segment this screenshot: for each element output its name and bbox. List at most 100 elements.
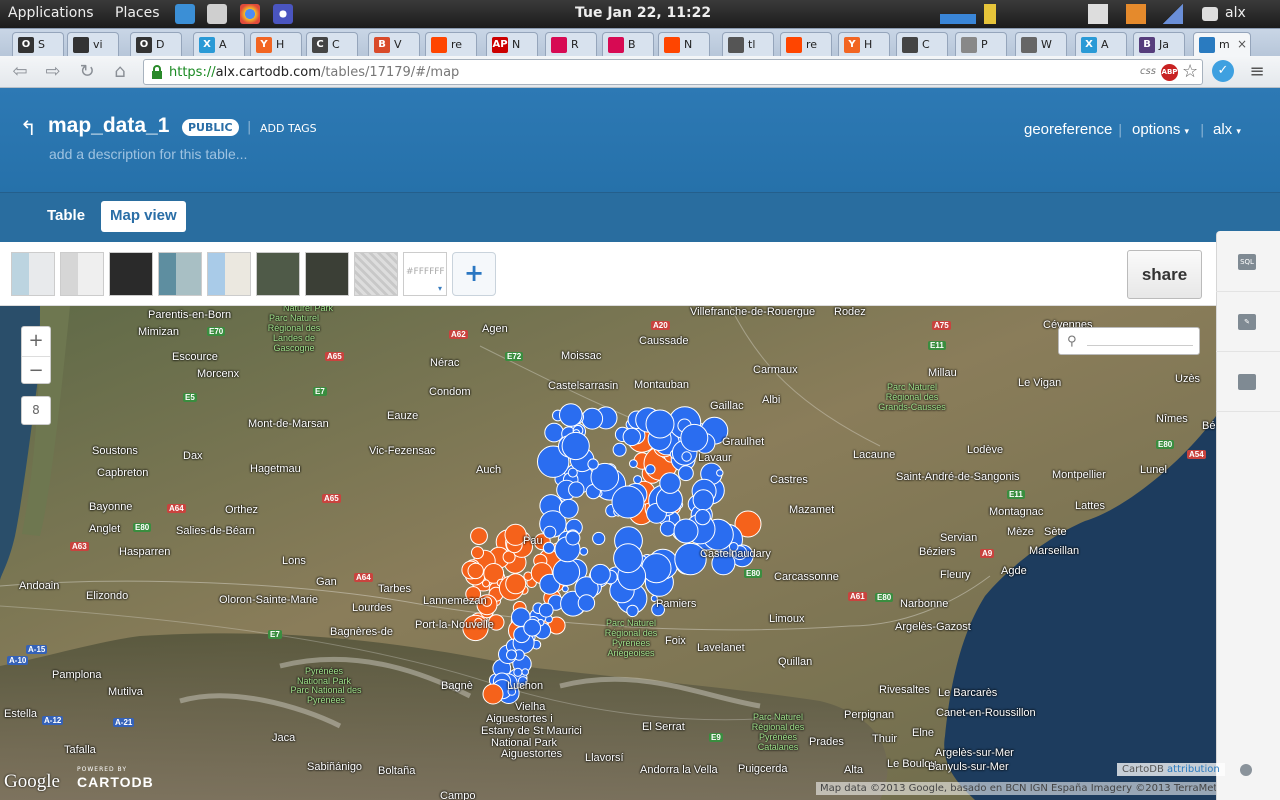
basemap-thumb-satellite[interactable] xyxy=(256,252,300,296)
browser-tab[interactable]: C xyxy=(896,32,948,57)
signal-icon[interactable] xyxy=(1163,4,1183,24)
data-bubble-blue[interactable] xyxy=(626,604,639,618)
basemap-thumb-hybrid[interactable] xyxy=(305,252,349,296)
data-bubble-blue[interactable] xyxy=(678,465,694,482)
data-bubble-blue[interactable] xyxy=(552,558,581,587)
user-menu[interactable]: alx xyxy=(1225,5,1246,21)
data-bubble-blue[interactable] xyxy=(544,422,564,443)
browser-tab[interactable]: N xyxy=(658,32,710,57)
data-bubble-blue[interactable] xyxy=(692,489,714,511)
data-bubble-blue[interactable] xyxy=(645,409,675,439)
basemap-thumb-gray[interactable] xyxy=(60,252,104,296)
browser-tab[interactable]: YH xyxy=(250,32,302,57)
data-bubble-blue[interactable] xyxy=(538,602,554,618)
data-bubble-blue[interactable] xyxy=(612,442,627,457)
data-bubble-blue[interactable] xyxy=(589,563,611,585)
firefox-icon[interactable] xyxy=(273,4,293,24)
georeference-link[interactable]: georeference xyxy=(1024,121,1112,138)
data-bubble-orange[interactable] xyxy=(505,573,527,595)
package-icon[interactable] xyxy=(1126,4,1146,24)
data-bubble-blue[interactable] xyxy=(659,520,676,537)
data-bubble-blue[interactable] xyxy=(611,485,645,519)
address-bar[interactable]: https://alx.cartodb.com/tables/17179/#/m… xyxy=(143,59,1203,85)
data-bubble-blue[interactable] xyxy=(592,531,606,546)
data-bubble-blue[interactable] xyxy=(673,518,699,544)
add-tags-link[interactable]: ADD TAGS xyxy=(260,122,317,135)
adblock-icon[interactable]: ABP xyxy=(1161,64,1178,81)
clipboard-icon[interactable] xyxy=(1088,4,1108,24)
data-bubble-blue[interactable] xyxy=(581,407,604,430)
data-bubble-blue[interactable] xyxy=(577,594,596,612)
zoom-out-button[interactable]: − xyxy=(22,356,50,385)
forward-icon[interactable]: ⇨ xyxy=(42,61,64,83)
browser-tab[interactable]: YH xyxy=(838,32,890,57)
chrome-icon[interactable] xyxy=(240,4,260,24)
basemap-thumb-terrain[interactable] xyxy=(158,252,202,296)
data-bubble-orange[interactable] xyxy=(482,683,504,705)
browser-tab[interactable]: P xyxy=(955,32,1007,57)
data-bubble-blue[interactable] xyxy=(716,469,724,477)
chat-icon[interactable] xyxy=(1202,7,1218,21)
data-bubble-blue[interactable] xyxy=(565,530,581,546)
reload-icon[interactable]: ↻ xyxy=(76,61,98,83)
data-bubble-blue[interactable] xyxy=(645,464,656,475)
data-bubble-blue[interactable] xyxy=(633,475,643,485)
basemap-thumb-dark[interactable] xyxy=(109,252,153,296)
table-name[interactable]: map_data_1 xyxy=(48,114,169,138)
back-icon[interactable]: ⇦ xyxy=(9,61,31,83)
applications-menu[interactable]: Applications xyxy=(8,5,94,21)
data-bubble-blue[interactable] xyxy=(579,547,589,556)
mail-icon[interactable] xyxy=(207,4,227,24)
bookmark-star-icon[interactable]: ☆ xyxy=(1182,61,1198,82)
browser-tab[interactable]: OS xyxy=(12,32,64,57)
data-bubble-blue[interactable] xyxy=(613,543,643,574)
data-bubble-blue[interactable] xyxy=(561,431,590,461)
data-bubble-blue[interactable] xyxy=(506,649,517,661)
browser-tab[interactable]: W xyxy=(1015,32,1067,57)
tab-map-view[interactable]: Map view xyxy=(101,201,186,232)
zoom-in-button[interactable]: + xyxy=(22,327,50,356)
sql-button[interactable]: SQL xyxy=(1216,232,1280,292)
data-bubble-blue[interactable] xyxy=(558,498,579,519)
attribution-link[interactable]: attribution xyxy=(1167,764,1220,775)
close-tab-icon[interactable]: × xyxy=(1237,37,1247,51)
browser-tab[interactable]: R xyxy=(545,32,597,57)
user-menu-app[interactable]: alx ▾ xyxy=(1213,121,1241,138)
browser-tab[interactable]: B Ja xyxy=(1133,32,1185,57)
basemap-thumb-streets[interactable] xyxy=(354,252,398,296)
tab-table[interactable]: Table xyxy=(38,201,94,232)
data-bubble-orange[interactable] xyxy=(467,562,484,580)
data-bubble-blue[interactable] xyxy=(629,459,638,469)
infowindow-button[interactable] xyxy=(1216,352,1280,412)
browser-tab[interactable]: XA xyxy=(1075,32,1127,57)
data-bubble-blue[interactable] xyxy=(543,525,557,539)
basemap-thumb-roadmap[interactable] xyxy=(207,252,251,296)
browser-tab[interactable]: BV xyxy=(368,32,420,57)
data-bubble-blue[interactable] xyxy=(681,451,692,462)
menu-icon[interactable]: ≡ xyxy=(1246,61,1268,83)
browser-tab[interactable]: AP N xyxy=(486,32,538,57)
data-bubble-blue[interactable] xyxy=(568,481,585,498)
data-bubble-blue[interactable] xyxy=(680,423,709,452)
data-bubble-orange[interactable] xyxy=(471,546,484,560)
browser-tab[interactable]: vi xyxy=(67,32,119,57)
data-bubble-blue[interactable] xyxy=(622,427,641,447)
browser-tab[interactable]: re xyxy=(425,32,477,57)
extension-icon[interactable]: ✓ xyxy=(1212,60,1234,82)
data-bubble-blue[interactable] xyxy=(694,509,711,526)
url-text[interactable]: https://alx.cartodb.com/tables/17179/#/m… xyxy=(169,65,459,80)
privacy-badge[interactable]: PUBLIC xyxy=(182,119,239,136)
places-menu[interactable]: Places xyxy=(115,5,160,21)
data-bubble-blue[interactable] xyxy=(659,472,681,494)
data-bubble-blue[interactable] xyxy=(513,667,523,677)
lightbulb-icon[interactable] xyxy=(1240,764,1252,776)
browser-tab[interactable]: OD xyxy=(130,32,182,57)
chart-launcher-icon[interactable] xyxy=(175,4,195,24)
clock[interactable]: Tue Jan 22, 11:22 xyxy=(575,5,711,21)
browser-tab[interactable]: re xyxy=(780,32,832,57)
background-color-picker[interactable]: #FFFFFF ▾ xyxy=(403,252,447,296)
browser-tab[interactable]: CC xyxy=(306,32,358,57)
map-canvas[interactable]: Parentis-en-Born Mimizan Escource Morcenx Ag… xyxy=(0,306,1216,800)
options-menu[interactable]: options ▾ xyxy=(1132,121,1189,138)
browser-tab[interactable]: XA xyxy=(193,32,245,57)
